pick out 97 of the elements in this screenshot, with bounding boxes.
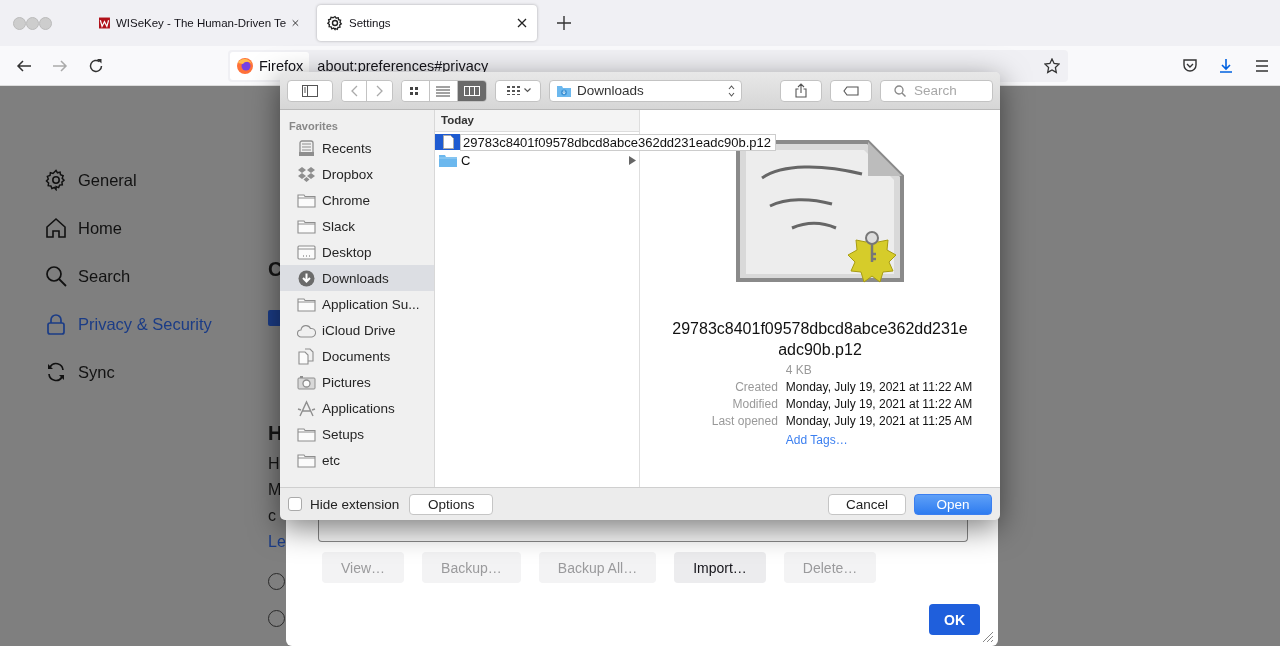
detail-label: Last opened [710,413,778,429]
dialog-button[interactable]: Import… [674,552,766,583]
file-name[interactable]: 29783c8401f09578dbcd8abce362dd231eadc90b.p12 [460,133,776,151]
new-tab-icon[interactable] [557,16,571,30]
sidebar-item[interactable]: Desktop [280,239,434,265]
detail-label: Modified [731,396,778,412]
folder-icon [439,153,457,167]
sidebar-item[interactable]: General [45,169,268,191]
download-icon [297,269,316,287]
view-mode-button[interactable] [458,80,486,101]
browser-tab[interactable]: Settings [317,5,537,41]
sidebar-item[interactable]: iCloud Drive [280,317,434,343]
file-name[interactable]: C [461,152,471,168]
document-icon [442,135,454,149]
tag-icon [843,85,859,96]
view-mode-control[interactable] [401,79,487,102]
pocket-icon[interactable] [1182,57,1198,74]
grid-icon [505,85,521,96]
share-button[interactable] [780,79,822,102]
disclosure-icon [629,155,636,165]
documents-icon [297,347,316,365]
sidebar-toggle-button[interactable] [287,79,333,102]
updown-icon [728,84,735,97]
add-tags-link[interactable]: Add Tags… [785,432,973,448]
browser-tab[interactable]: WISeKey - The Human-Driven Te [89,5,309,41]
firefox-icon [236,56,254,75]
checkbox[interactable] [288,497,302,511]
description-text: c [268,507,276,525]
url-text: about:preferences#privacy [317,57,490,74]
star-icon[interactable] [1044,57,1060,74]
recents-icon [297,139,316,157]
chevron-right-icon [376,84,383,97]
chevron-left-icon [350,84,358,97]
sidebar-item[interactable]: Documents [280,343,434,369]
list-icon [435,84,452,97]
columns-icon [464,84,480,97]
sidebar-item[interactable]: Applications [280,395,434,421]
folder-icon [297,451,316,469]
sidebar-item[interactable]: Recents [280,135,434,161]
gear-icon [45,169,67,191]
sidebar-item[interactable]: Dropbox [280,161,434,187]
dropbox-icon [297,165,316,183]
description-text: H [268,455,280,473]
gear-icon [327,15,343,31]
reload-icon[interactable] [88,57,104,74]
resize-grip-icon[interactable] [982,631,994,643]
folder-icon [297,425,316,443]
sidebar-item[interactable]: Setups [280,421,434,447]
lock-icon [45,313,67,335]
sidebar-item[interactable]: etc [280,447,434,473]
location-popup[interactable]: Downloads [549,79,742,102]
detail-value: Monday, July 19, 2021 at 11:22 AM [785,396,973,412]
sidebar-item[interactable]: Downloads [280,265,434,291]
description-text: M [268,481,282,499]
download-icon[interactable] [1218,57,1234,74]
sidebar-item[interactable]: Search [45,265,268,287]
ok-button[interactable]: OK [929,604,980,635]
search-icon [45,265,67,287]
applications-icon [297,399,316,417]
search-icon [894,84,906,97]
detail-value: Monday, July 19, 2021 at 11:22 AM [785,379,973,395]
sidebar-icon [302,84,318,97]
sidebar-heading: Favorites [288,120,339,132]
sidebar-item[interactable]: Pictures [280,369,434,395]
cancel-button[interactable]: Cancel [828,493,906,515]
back-icon[interactable] [16,57,32,74]
checkbox-label: Hide extension [310,496,400,512]
sidebar-item[interactable]: Application Su... [280,291,434,317]
options-button[interactable]: Options [409,493,494,515]
share-icon [795,83,807,98]
column-header: Today [435,110,639,132]
folder-icon [297,217,316,235]
home-icon [45,217,67,239]
desktop-icon [297,243,316,261]
view-mode-button[interactable] [402,80,430,101]
sidebar-item[interactable]: Slack [280,213,434,239]
file-size: 4 KB [785,362,813,378]
file-name: 29783c8401f09578dbcd8abce362dd231e adc90b.p12 [672,319,968,360]
close-icon[interactable] [517,18,527,28]
tag-button[interactable] [830,79,872,102]
group-button[interactable] [495,79,541,102]
identity-button[interactable]: Firefox [230,51,310,80]
detail-value: Monday, July 19, 2021 at 11:25 AM [785,413,973,429]
sidebar-item[interactable]: Chrome [280,187,434,213]
camera-icon [297,373,316,391]
folder-icon [297,191,316,209]
menu-icon[interactable] [1254,57,1270,74]
folder-icon [297,295,316,313]
search-field[interactable]: Search [880,79,993,102]
caret-icon [523,88,531,93]
sync-icon [45,361,67,383]
site-icon [99,15,110,31]
sidebar-item[interactable]: Home [45,217,268,239]
folder-icon [556,83,572,98]
detail-label: Created [734,379,778,395]
sidebar-item[interactable]: Sync [45,361,268,383]
icon-cell[interactable] [435,134,461,150]
